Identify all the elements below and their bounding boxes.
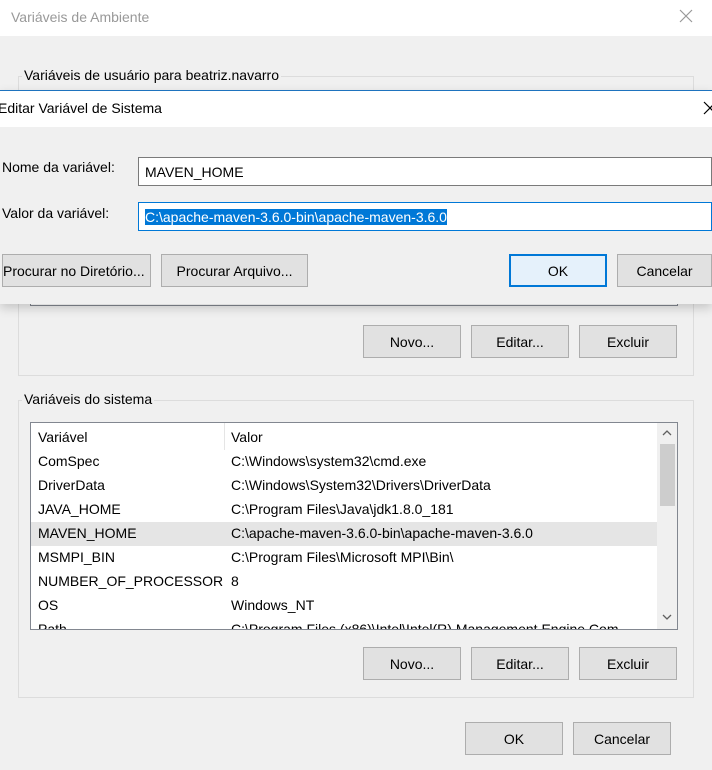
table-row-selected[interactable]: MAVEN_HOME C:\apache-maven-3.6.0-bin\apa… [31, 522, 657, 546]
row-variable-value: C:\Program Files\Microsoft MPI\Bin\ [231, 549, 454, 565]
row-variable-value: C:\apache-maven-3.6.0-bin\apache-maven-3… [231, 525, 533, 541]
user-edit-button[interactable]: Editar... [471, 325, 569, 358]
env-ok-button[interactable]: OK [465, 722, 563, 755]
row-variable-name: MAVEN_HOME [38, 525, 137, 541]
variable-value-value: C:\apache-maven-3.6.0-bin\apache-maven-3… [145, 208, 447, 225]
row-variable-name: JAVA_HOME [38, 501, 121, 517]
row-variable-name: OS [38, 597, 59, 613]
browse-file-button[interactable]: Procurar Arquivo... [161, 254, 308, 287]
system-new-button[interactable]: Novo... [363, 647, 461, 680]
column-header-variable[interactable]: Variável [38, 429, 88, 445]
table-row[interactable]: NUMBER_OF_PROCESSORS 8 [31, 570, 657, 594]
system-edit-button[interactable]: Editar... [471, 647, 569, 680]
list-header: Variável Valor [31, 423, 657, 450]
close-icon[interactable] [676, 6, 696, 26]
close-icon[interactable] [700, 98, 712, 118]
table-row[interactable]: ComSpec C:\Windows\system32\cmd.exe [31, 450, 657, 474]
edit-cancel-button[interactable]: Cancelar [617, 254, 712, 287]
system-variables-group-label: Variáveis do sistema [22, 391, 155, 407]
row-variable-name: MSMPI_BIN [38, 549, 116, 565]
system-variables-list[interactable]: Variável Valor ComSpec C:\Windows\system… [30, 422, 678, 630]
edit-ok-button[interactable]: OK [509, 254, 607, 287]
table-row[interactable]: Path C:\Program Files (x86)\Intel\Intel(… [31, 618, 657, 630]
table-row[interactable]: OS Windows_NT [31, 594, 657, 618]
browse-directory-label: Procurar no Diretório... [3, 262, 145, 279]
edit-dialog-title: Editar Variável de Sistema [0, 100, 162, 116]
user-variables-group-label: Variáveis de usuário para beatriz.navarr… [22, 67, 281, 83]
variable-name-label: Nome da variável: [2, 159, 115, 175]
env-dialog-title: Variáveis de Ambiente [11, 9, 150, 25]
row-variable-name: ComSpec [38, 453, 100, 469]
table-row[interactable]: MSMPI_BIN C:\Program Files\Microsoft MPI… [31, 546, 657, 570]
variable-name-value: MAVEN_HOME [145, 163, 244, 180]
edit-system-variable-dialog: Editar Variável de Sistema Nome da variá… [0, 90, 712, 304]
variable-value-field[interactable]: C:\apache-maven-3.6.0-bin\apache-maven-3… [138, 202, 712, 231]
variable-value-label: Valor da variável: [2, 205, 110, 221]
row-variable-value: Windows_NT [231, 597, 315, 613]
row-variable-name: NUMBER_OF_PROCESSORS [38, 573, 223, 589]
row-variable-name: Path [38, 621, 67, 630]
row-variable-value: C:\Windows\system32\cmd.exe [231, 453, 427, 469]
env-cancel-button[interactable]: Cancelar [573, 722, 671, 755]
scrollbar-thumb[interactable] [660, 444, 675, 506]
chevron-up-icon[interactable] [657, 423, 677, 443]
row-variable-name: DriverData [38, 477, 105, 493]
chevron-down-icon[interactable] [657, 607, 677, 627]
browse-directory-button[interactable]: Procurar no Diretório... [2, 254, 151, 287]
row-variable-value: C:\Program Files (x86)\Intel\Intel(R) Ma… [231, 621, 619, 630]
variable-name-field[interactable]: MAVEN_HOME [138, 157, 712, 186]
system-delete-button[interactable]: Excluir [579, 647, 677, 680]
env-title-bar: Variáveis de Ambiente [0, 0, 712, 36]
column-separator[interactable] [224, 423, 225, 450]
column-header-value[interactable]: Valor [231, 429, 263, 445]
row-variable-value: 8 [231, 573, 239, 589]
edit-title-bar: Editar Variável de Sistema [0, 91, 712, 127]
vertical-scrollbar[interactable] [657, 423, 677, 629]
table-row[interactable]: JAVA_HOME C:\Program Files\Java\jdk1.8.0… [31, 498, 657, 522]
row-variable-value: C:\Program Files\Java\jdk1.8.0_181 [231, 501, 454, 517]
table-row[interactable]: DriverData C:\Windows\System32\Drivers\D… [31, 474, 657, 498]
user-new-button[interactable]: Novo... [363, 325, 461, 358]
row-variable-value: C:\Windows\System32\Drivers\DriverData [231, 477, 491, 493]
user-delete-button[interactable]: Excluir [579, 325, 677, 358]
